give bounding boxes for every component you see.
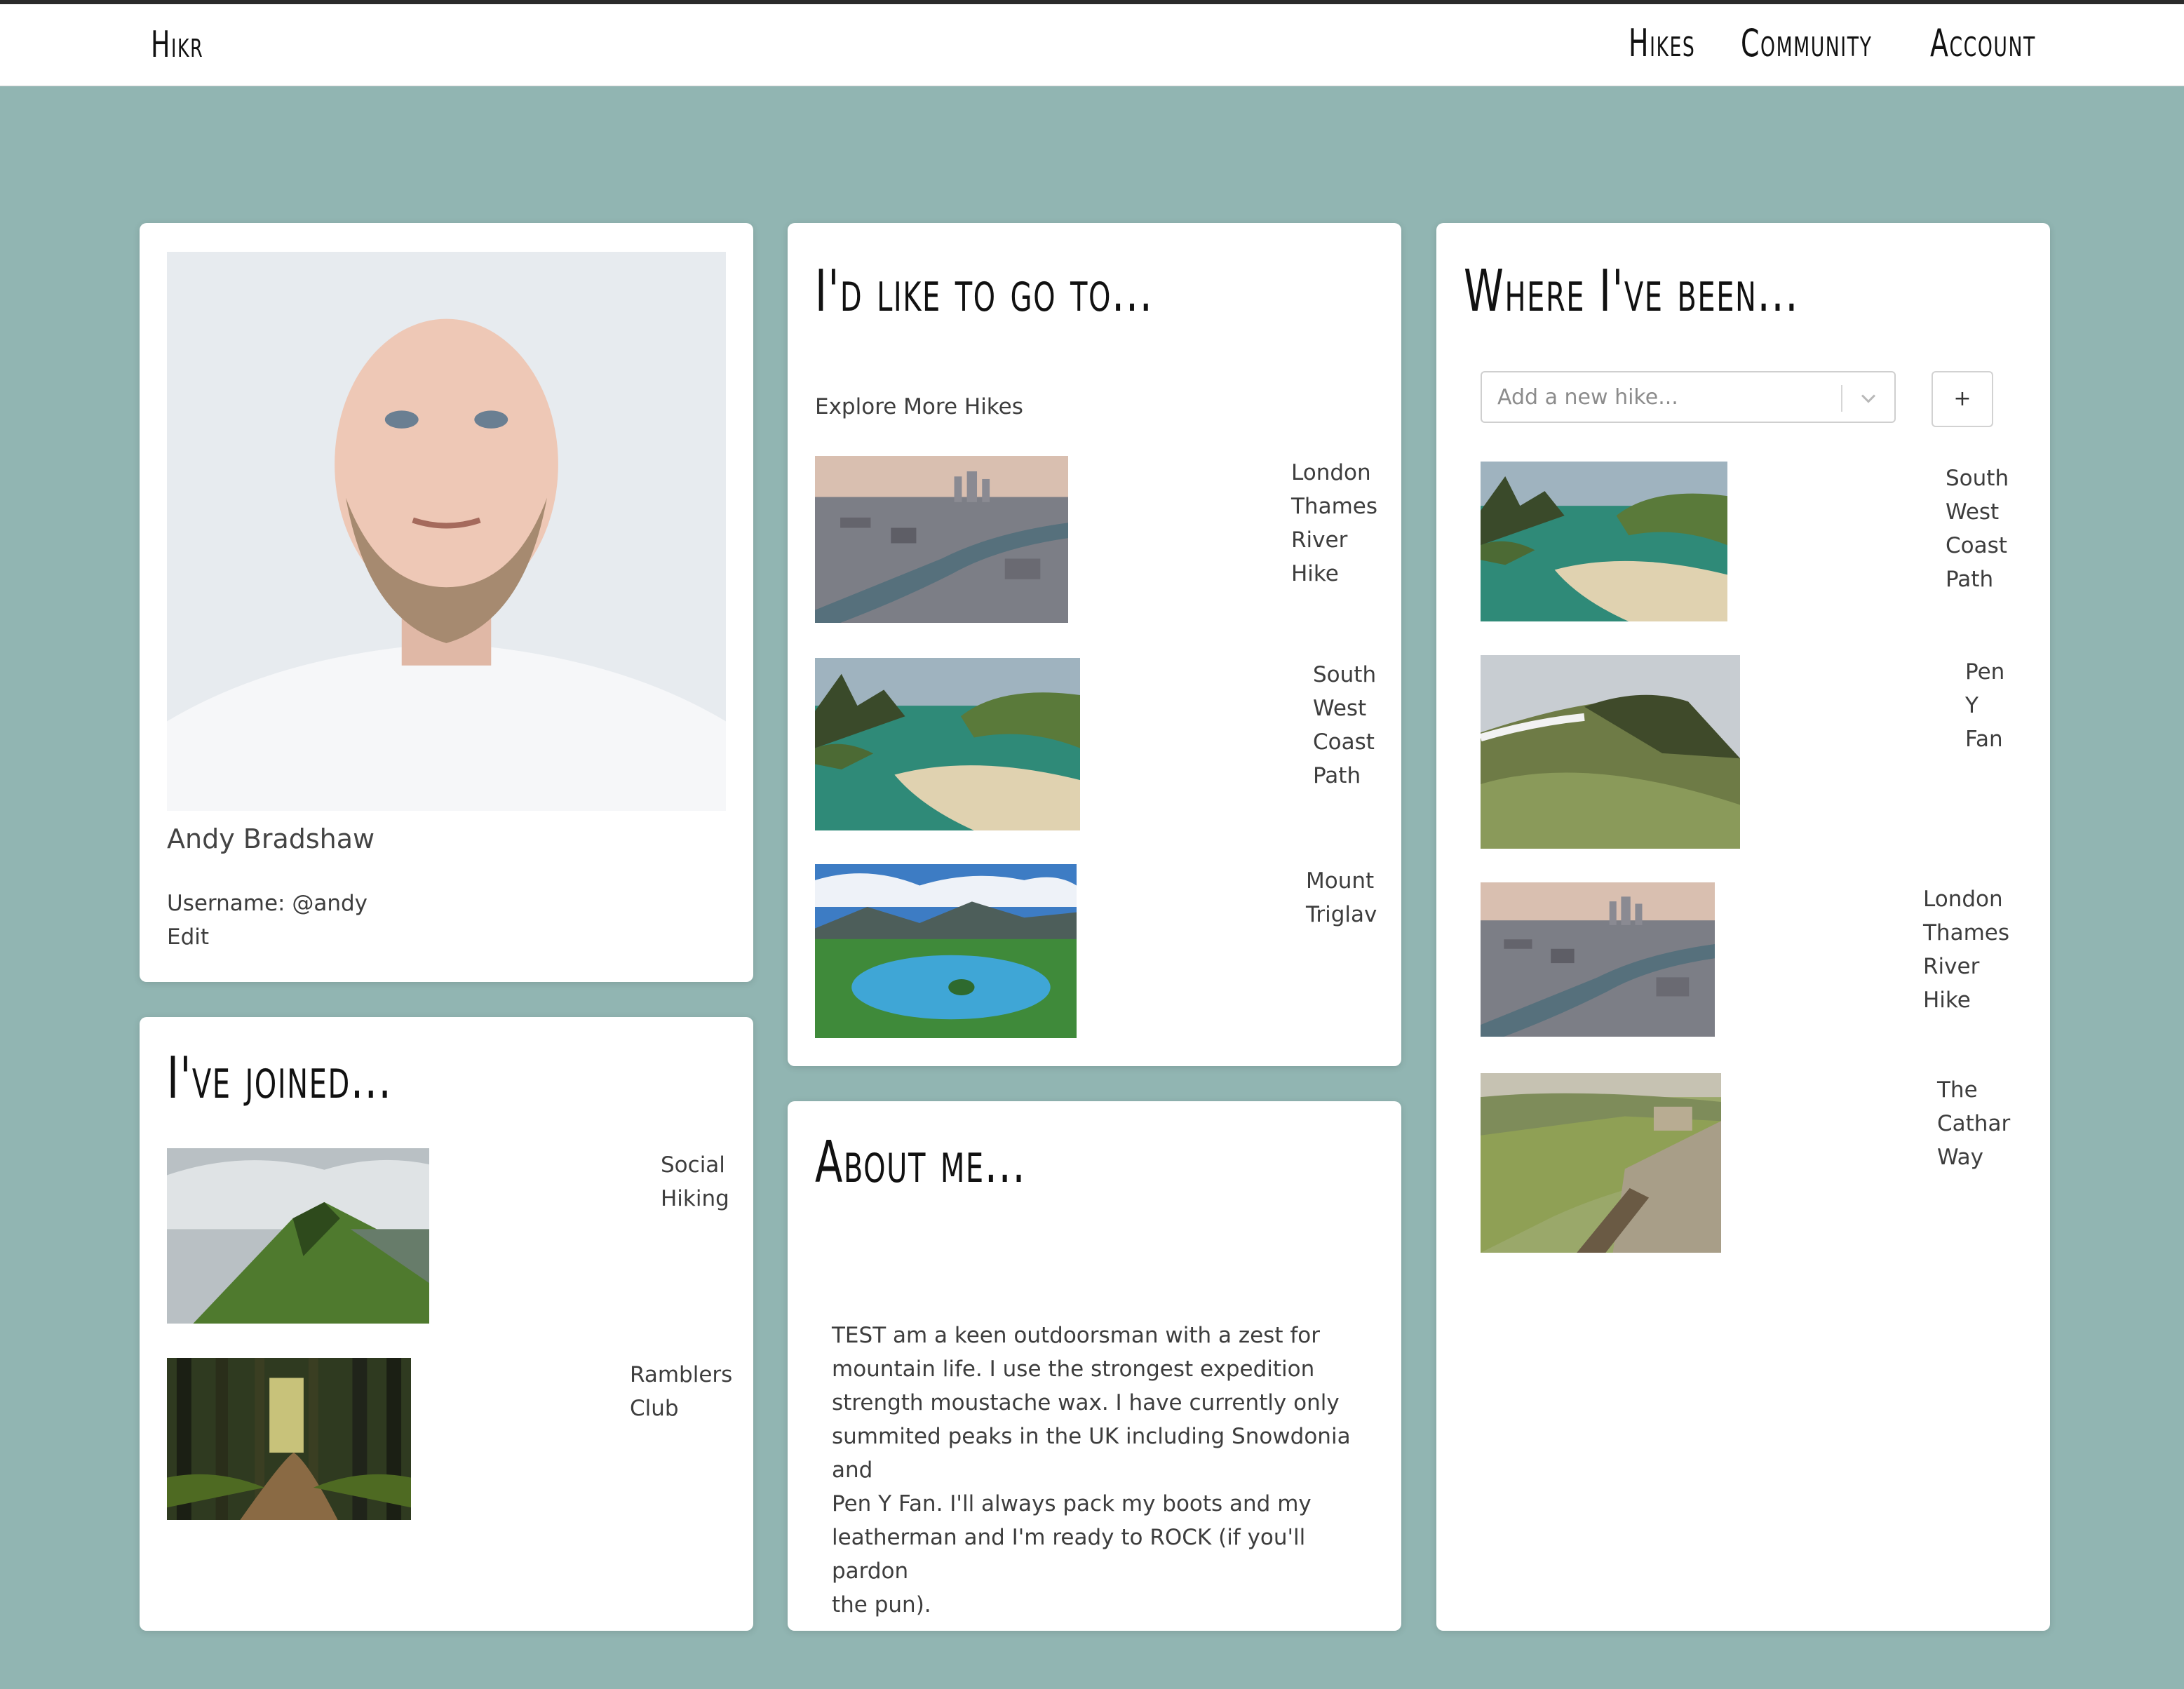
group-name-line: Ramblers xyxy=(630,1362,733,1387)
been-image-cathar-way[interactable] xyxy=(1481,1073,1721,1253)
select-divider xyxy=(1841,385,1842,412)
hike-name-line: Path xyxy=(1313,763,1361,788)
about-text-line: leatherman and I'm ready to ROCK (if you… xyxy=(832,1525,1306,1584)
navbar: Hikr Hikes Community Account xyxy=(0,4,2184,86)
about-text-line: Pen Y Fan. I'll always pack my boots and… xyxy=(832,1491,1312,1516)
wishlist-image-mount-triglav[interactable] xyxy=(815,864,1077,1038)
about-text: TEST am a keen outdoorsman with a zest f… xyxy=(832,1319,1386,1622)
profile-username: Username: @andy xyxy=(167,891,368,916)
nav-link-account[interactable]: Account xyxy=(1930,21,2036,65)
been-image-pen-y-fan[interactable] xyxy=(1481,655,1740,849)
hike-name-line: Hike xyxy=(1923,988,1971,1013)
about-text-line: the pun). xyxy=(832,1592,931,1617)
explore-more-hikes-link[interactable]: Explore More Hikes xyxy=(815,390,1023,424)
group-name-line: Hiking xyxy=(661,1186,729,1211)
about-title: About me... xyxy=(815,1129,1027,1196)
hike-name-line: Triglav xyxy=(1306,902,1377,927)
group-name-social-hiking[interactable]: Social Hiking xyxy=(661,1148,729,1216)
wishlist-name-london-thames[interactable]: London Thames River Hike xyxy=(1291,456,1377,591)
group-name-line: Club xyxy=(630,1396,679,1421)
hike-name-line: West xyxy=(1946,499,2000,525)
hike-name-line: The xyxy=(1937,1077,1978,1103)
hike-name-line: Thames xyxy=(1923,920,2010,946)
chevron-down-icon[interactable] xyxy=(1858,388,1879,409)
hike-name-line: Fan xyxy=(1965,727,2003,752)
nav-link-community[interactable]: Community xyxy=(1741,21,1872,65)
group-name-ramblers-club[interactable]: Ramblers Club xyxy=(630,1358,732,1425)
been-name-london-thames[interactable]: London Thames River Hike xyxy=(1923,882,2009,1017)
hike-name-line: South xyxy=(1946,466,2009,491)
edit-profile-link[interactable]: Edit xyxy=(167,920,209,954)
add-hike-select[interactable]: Add a new hike... xyxy=(1481,371,1896,423)
hike-name-line: Thames xyxy=(1291,494,1378,519)
about-text-line: mountain life. I use the strongest exped… xyxy=(832,1357,1315,1382)
wishlist-name-south-west-coast[interactable]: South West Coast Path xyxy=(1313,658,1376,793)
group-image-ramblers-club[interactable] xyxy=(167,1358,411,1520)
wishlist-image-south-west-coast[interactable] xyxy=(815,658,1080,830)
hike-name-line: Coast xyxy=(1946,533,2007,558)
profile-name: Andy Bradshaw xyxy=(167,823,375,854)
group-name-line: Social xyxy=(661,1152,725,1178)
been-image-south-west-coast[interactable] xyxy=(1481,462,1727,621)
hike-name-line: Hike xyxy=(1291,561,1339,586)
hike-name-line: Cathar xyxy=(1937,1111,2011,1136)
about-text-line: summited peaks in the UK including Snowd… xyxy=(832,1424,1351,1483)
profile-card: Andy Bradshaw Username: @andy Edit xyxy=(140,223,753,982)
hike-name-line: River xyxy=(1923,954,1980,979)
wishlist-image-london-thames[interactable] xyxy=(815,456,1068,623)
been-name-south-west-coast[interactable]: South West Coast Path xyxy=(1946,462,2009,596)
about-text-line: TEST am a keen outdoorsman with a zest f… xyxy=(832,1323,1320,1348)
hike-name-line: River xyxy=(1291,527,1348,553)
hike-name-line: Path xyxy=(1946,567,1994,592)
about-card: About me... TEST am a keen outdoorsman w… xyxy=(788,1101,1401,1631)
wishlist-title: I'd like to go to... xyxy=(815,258,1154,325)
hike-name-line: Mount xyxy=(1306,868,1375,894)
joined-card: I've joined... Social Hiking Ramblers Cl… xyxy=(140,1017,753,1631)
profile-photo xyxy=(167,252,726,811)
add-hike-button[interactable]: + xyxy=(1932,371,1993,427)
hike-name-line: Y xyxy=(1965,693,1979,718)
about-text-line: strength moustache wax. I have currently… xyxy=(832,1390,1340,1415)
add-hike-placeholder: Add a new hike... xyxy=(1497,385,1678,410)
group-image-social-hiking[interactable] xyxy=(167,1148,429,1324)
joined-title: I've joined... xyxy=(167,1045,393,1112)
been-name-cathar-way[interactable]: The Cathar Way xyxy=(1937,1073,2010,1174)
hike-name-line: Pen xyxy=(1965,659,2005,685)
wishlist-name-mount-triglav[interactable]: Mount Triglav xyxy=(1306,864,1377,931)
hike-name-line: Way xyxy=(1937,1145,1984,1170)
been-image-london-thames[interactable] xyxy=(1481,882,1715,1037)
hike-name-line: West xyxy=(1313,696,1367,721)
been-card: Where I've been... Add a new hike... + S… xyxy=(1436,223,2050,1631)
brand-logo[interactable]: Hikr xyxy=(151,24,203,66)
hike-name-line: Coast xyxy=(1313,729,1375,755)
hike-name-line: London xyxy=(1923,887,2003,912)
been-title: Where I've been... xyxy=(1464,258,1800,325)
nav-link-hikes[interactable]: Hikes xyxy=(1629,21,1695,65)
hike-name-line: London xyxy=(1291,460,1371,485)
hike-name-line: South xyxy=(1313,662,1377,687)
wishlist-card: I'd like to go to... Explore More Hikes … xyxy=(788,223,1401,1066)
been-name-pen-y-fan[interactable]: Pen Y Fan xyxy=(1965,655,2004,756)
